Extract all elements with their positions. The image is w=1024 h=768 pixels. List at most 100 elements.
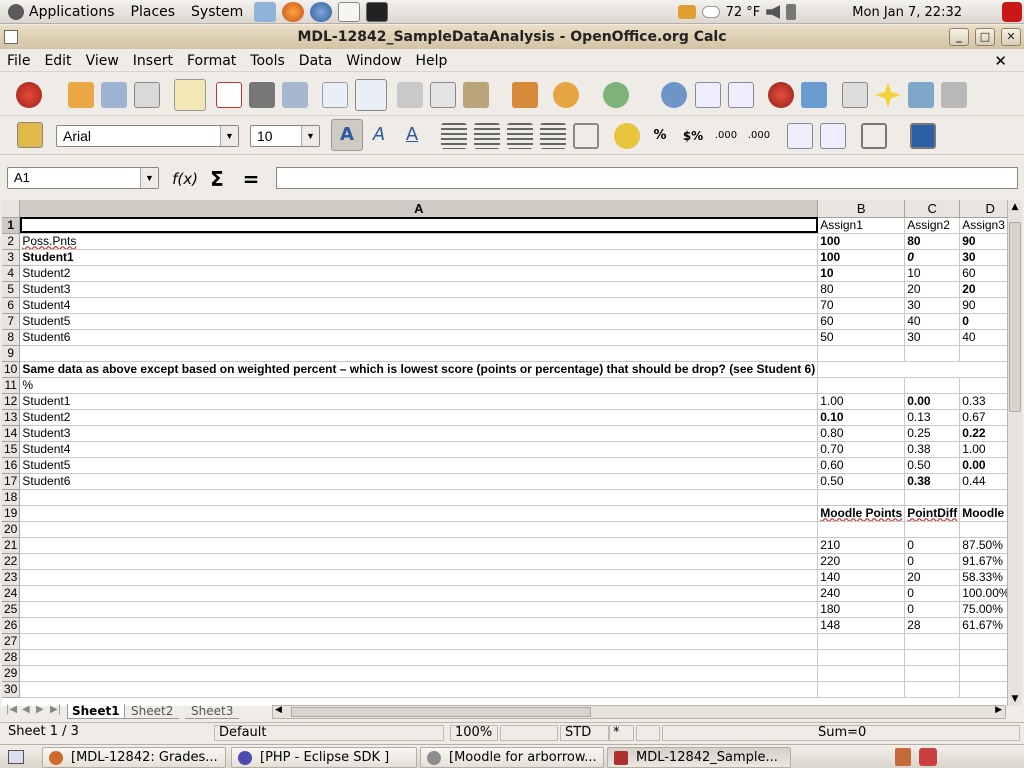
cell-c20[interactable]	[904, 521, 961, 538]
cell-c6[interactable]: 30	[904, 297, 961, 314]
menu-window[interactable]: Window	[339, 53, 408, 69]
cell-c30[interactable]	[904, 681, 961, 698]
row-header[interactable]: 10	[2, 361, 21, 378]
row-header[interactable]: 4	[2, 265, 21, 282]
cell-c22[interactable]: 0	[904, 553, 961, 570]
bold-icon[interactable]: A	[331, 119, 363, 151]
cell-c1[interactable]: Assign2	[904, 217, 961, 234]
column-header-d[interactable]: D	[959, 200, 1007, 218]
maximize-button[interactable]: □	[975, 28, 995, 46]
thunderbird-launcher-icon[interactable]	[310, 1, 333, 22]
power-plug-icon[interactable]	[786, 4, 797, 20]
cell-c18[interactable]	[904, 489, 961, 506]
row-header[interactable]: 30	[2, 681, 21, 698]
cell-c12[interactable]: 0.00	[904, 393, 961, 410]
sort-descending-icon[interactable]	[728, 82, 754, 108]
cell-b15[interactable]: 0.70	[817, 441, 906, 458]
cell-c9[interactable]	[904, 345, 961, 362]
cell-a6[interactable]: Student4	[19, 297, 819, 314]
corner-select-all[interactable]	[2, 200, 21, 218]
cell-c17[interactable]: 0.38	[904, 473, 961, 490]
page-preview-icon[interactable]	[282, 82, 308, 108]
cell-d11[interactable]	[959, 377, 1007, 394]
cell-d9[interactable]	[959, 345, 1007, 362]
sort-ascending-icon[interactable]	[695, 82, 721, 108]
cell-a23[interactable]	[19, 569, 819, 586]
first-sheet-icon[interactable]: |◀	[6, 704, 17, 715]
cell-b4[interactable]: 10	[817, 265, 906, 282]
vertical-scrollbar[interactable]: ▲ ▼	[1007, 200, 1022, 706]
row-header[interactable]: 16	[2, 457, 21, 474]
cell-c8[interactable]: 30	[904, 329, 961, 346]
cell-d29[interactable]	[959, 665, 1007, 682]
applet-icon[interactable]	[919, 748, 937, 766]
background-color-icon[interactable]	[910, 123, 936, 149]
merge-cells-icon[interactable]	[573, 123, 599, 149]
chevron-down-icon[interactable]: ▼	[220, 126, 238, 146]
row-header[interactable]: 11	[2, 377, 21, 394]
cell-b19[interactable]: Moodle Points	[817, 505, 906, 522]
row-header[interactable]: 23	[2, 569, 21, 586]
cell-b8[interactable]: 50	[817, 329, 906, 346]
email-icon[interactable]	[134, 82, 160, 108]
terminal-launcher-icon[interactable]	[366, 1, 389, 22]
cell-a14[interactable]: Student3	[19, 425, 819, 442]
cell-a22[interactable]	[19, 553, 819, 570]
cell-a8[interactable]: Student6	[19, 329, 819, 346]
cell-a26[interactable]	[19, 617, 819, 634]
cell-c21[interactable]: 0	[904, 537, 961, 554]
cell-b22[interactable]: 220	[817, 553, 906, 570]
scroll-right-arrow[interactable]: ▶	[995, 705, 1002, 715]
cell-b27[interactable]	[817, 633, 906, 650]
menu-format[interactable]: Format	[180, 53, 243, 69]
cell-c7[interactable]: 40	[904, 313, 961, 330]
cell-a27[interactable]	[19, 633, 819, 650]
cell-a30[interactable]	[19, 681, 819, 698]
cell-a3[interactable]: Student1	[19, 249, 819, 266]
cell-c26[interactable]: 28	[904, 617, 961, 634]
delete-decimal-icon[interactable]: .000	[746, 123, 772, 149]
network-monitor-icon[interactable]	[677, 5, 696, 19]
cell-b24[interactable]: 240	[817, 585, 906, 602]
cell-c14[interactable]: 0.25	[904, 425, 961, 442]
tab-sheet1[interactable]: Sheet1	[67, 704, 125, 719]
cell-d27[interactable]	[959, 633, 1007, 650]
row-header[interactable]: 5	[2, 281, 21, 298]
chevron-down-icon[interactable]: ▼	[301, 126, 319, 146]
cell-d28[interactable]	[959, 649, 1007, 666]
cell-d24[interactable]: 100.00%	[959, 585, 1007, 602]
row-header[interactable]: 2	[2, 233, 21, 250]
currency-format-icon[interactable]	[614, 123, 640, 149]
copy-icon[interactable]	[430, 82, 456, 108]
cell-a13[interactable]: Student2	[19, 409, 819, 426]
borders-icon[interactable]	[861, 123, 887, 149]
scroll-up-arrow[interactable]: ▲	[1008, 200, 1022, 214]
cell-a4[interactable]: Student2	[19, 265, 819, 282]
increase-indent-icon[interactable]	[820, 123, 846, 149]
cell-d25[interactable]: 75.00%	[959, 601, 1007, 618]
menu-view[interactable]: View	[79, 53, 126, 69]
text-editor-launcher-icon[interactable]	[338, 1, 361, 22]
spreadsheet-grid[interactable]: ABCDEFGHIJKL1Assign1Assign2Assign3Assign…	[2, 200, 1007, 706]
cell-b2[interactable]: 100	[817, 233, 906, 250]
close-document-icon[interactable]: ✕	[987, 52, 1014, 70]
hscroll-thumb[interactable]	[291, 707, 591, 717]
minimize-button[interactable]: _	[949, 28, 969, 46]
row-header[interactable]: 17	[2, 473, 21, 490]
close-window-button[interactable]: ✕	[1001, 28, 1021, 46]
cell-b5[interactable]: 80	[817, 281, 906, 298]
row-header[interactable]: 14	[2, 425, 21, 442]
cell-d4[interactable]: 60	[959, 265, 1007, 282]
paste-icon[interactable]	[463, 82, 489, 108]
places-menu[interactable]: Places	[123, 0, 184, 24]
cell-b7[interactable]: 60	[817, 313, 906, 330]
cell-a29[interactable]	[19, 665, 819, 682]
cell-a12[interactable]: Student1	[19, 393, 819, 410]
shutdown-icon[interactable]	[1002, 2, 1022, 22]
row-header[interactable]: 20	[2, 521, 21, 538]
sheet-table[interactable]: ABCDEFGHIJKL1Assign1Assign2Assign3Assign…	[2, 200, 1007, 698]
cell-a11[interactable]: %	[19, 377, 819, 394]
row-header[interactable]: 7	[2, 313, 21, 330]
cell-a25[interactable]	[19, 601, 819, 618]
cell-b21[interactable]: 210	[817, 537, 906, 554]
